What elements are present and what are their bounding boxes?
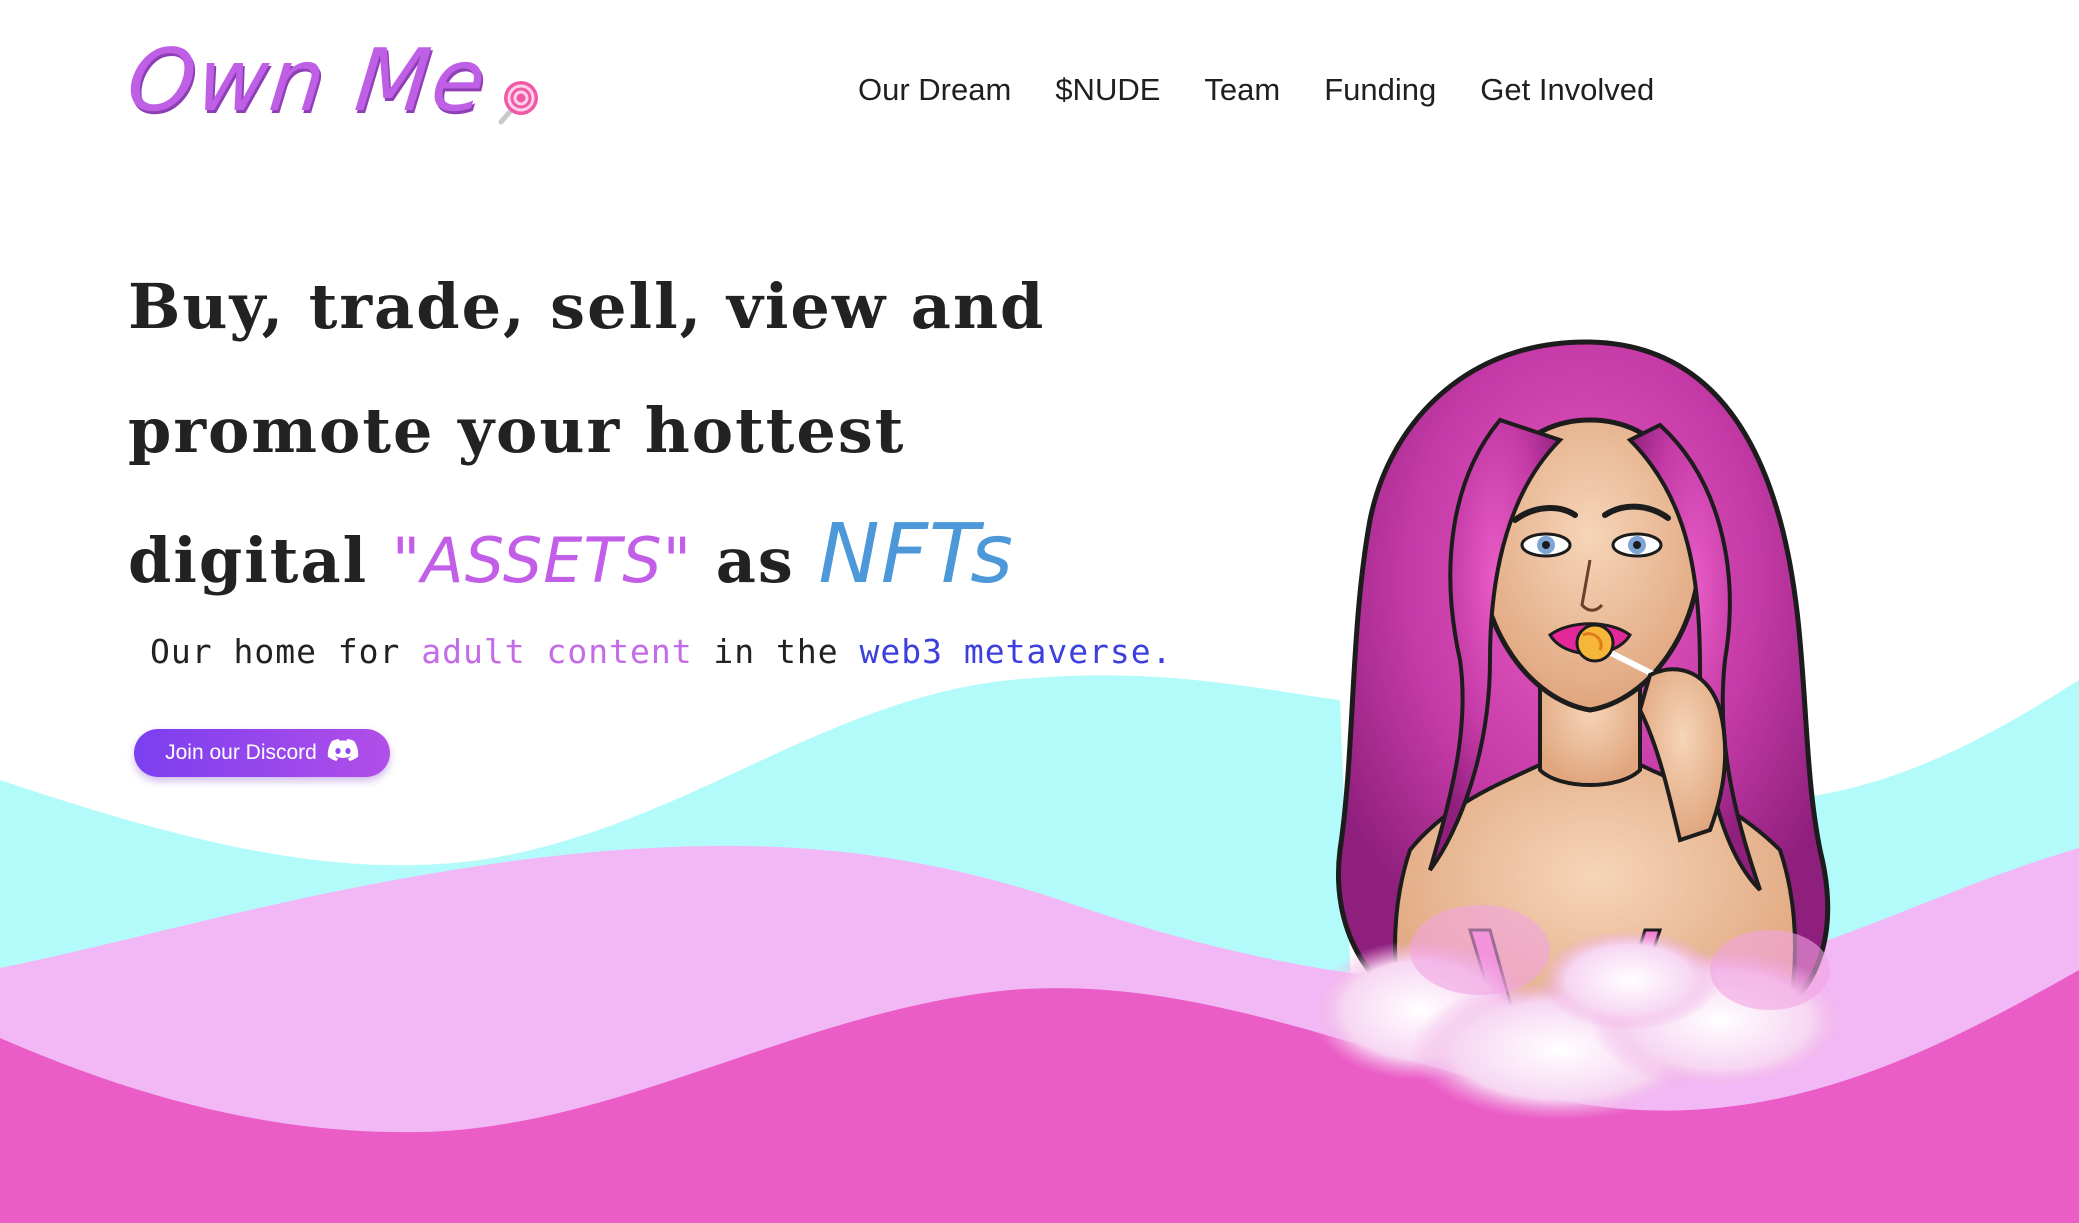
hero-line-2: promote your hottest: [128, 394, 906, 467]
hero-line-1: Buy, trade, sell, view and: [128, 270, 1046, 343]
brand-logo[interactable]: Own Me: [123, 31, 539, 131]
hero-line-3: digital "ASSETS" as NFTs: [128, 493, 1028, 623]
nav-funding[interactable]: Funding: [1324, 72, 1436, 108]
nav-team[interactable]: Team: [1204, 72, 1280, 108]
main-nav: Our Dream $NUDE Team Funding Get Involve…: [858, 72, 1654, 108]
tagline-prefix: Our home for: [150, 632, 422, 671]
pink-haired-woman-with-lollipop-illustration: [1310, 339, 1850, 1120]
landing-page: Own Me Our Dream $NUDE Team Funding Get …: [0, 0, 2079, 1223]
hero-as-text: as: [692, 524, 819, 597]
hero-tagline: Our home for adult content in the web3 m…: [150, 632, 1173, 671]
join-discord-button[interactable]: Join our Discord: [134, 729, 390, 777]
join-discord-label: Join our Discord: [165, 741, 317, 764]
tagline-suffix: .: [1151, 632, 1173, 671]
nav-our-dream[interactable]: Our Dream: [858, 72, 1011, 108]
tagline-adult-content: adult content: [421, 632, 693, 671]
hero-digital-text: digital: [128, 524, 392, 597]
lollipop-icon: [491, 76, 539, 132]
hero-nfts-text: NFTs: [818, 507, 1014, 602]
nav-get-involved[interactable]: Get Involved: [1480, 72, 1654, 108]
hero-assets-text: "ASSETS": [391, 524, 693, 597]
discord-icon: [327, 738, 359, 768]
nav-nude-token[interactable]: $NUDE: [1055, 72, 1160, 108]
tagline-web3: web3 metaverse: [859, 632, 1152, 671]
hero-headline: Buy, trade, sell, view and promote your …: [128, 245, 1046, 623]
logo-text: Own Me: [122, 31, 493, 131]
tagline-mid: in the: [692, 632, 860, 671]
